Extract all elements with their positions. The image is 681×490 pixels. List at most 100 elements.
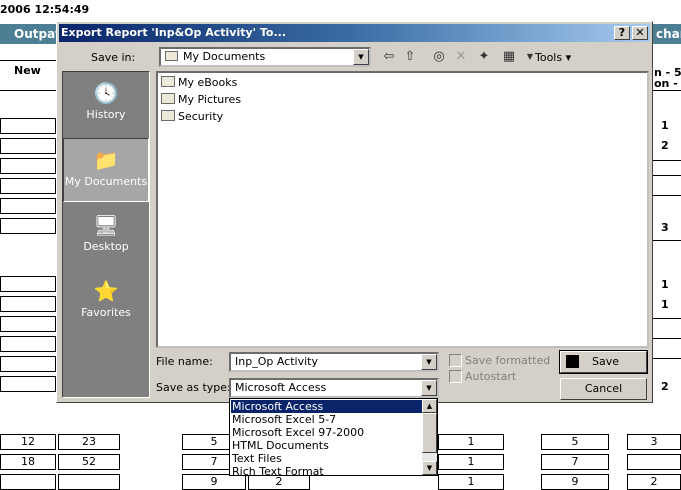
new-folder-icon[interactable]: ✦ (474, 47, 494, 67)
place-history[interactable]: 🕓 History (63, 72, 149, 136)
report-cell (0, 356, 56, 372)
dialog-titlebar[interactable]: Export Report 'Inp&Op Activity' To... ? … (59, 24, 650, 42)
report-value: 3 (661, 221, 669, 234)
report-rule (0, 90, 56, 91)
file-name-dropdown-arrow[interactable]: ▼ (421, 354, 437, 370)
type-option[interactable]: Microsoft Access (231, 400, 425, 413)
delete-icon[interactable]: ✕ (451, 47, 471, 67)
report-cell (0, 158, 56, 174)
report-rule (653, 175, 681, 176)
report-cell (0, 376, 56, 392)
report-cell (0, 276, 56, 292)
report-value: 2 (661, 139, 669, 152)
report-cell: 1 (438, 474, 504, 490)
place-label: Favorites (81, 306, 131, 319)
type-option[interactable]: Microsoft Excel 97-2000 (231, 426, 425, 439)
desktop-icon: 🖥 (93, 213, 119, 237)
back-arrow-icon[interactable]: ⇦ (379, 47, 399, 67)
save-formatted-checkbox[interactable] (449, 354, 462, 367)
file-name: My Pictures (178, 93, 242, 106)
report-cell: 9 (182, 474, 246, 490)
report-value: 1 (661, 278, 669, 291)
report-value: 1 (661, 119, 669, 132)
report-cell (0, 138, 56, 154)
report-col-new: New (14, 64, 41, 77)
search-web-icon[interactable]: ◎ (429, 47, 449, 67)
report-cell: 12 (0, 434, 56, 450)
report-cell (0, 474, 56, 490)
report-cell: 7 (541, 454, 609, 470)
autostart-label: Autostart (465, 370, 517, 383)
views-icon[interactable]: ▦ (499, 47, 519, 67)
scroll-thumb[interactable] (422, 413, 437, 453)
report-cell (0, 178, 56, 194)
save-in-dropdown-arrow[interactable]: ▼ (353, 49, 369, 65)
autostart-checkbox[interactable] (449, 370, 462, 383)
save-as-type-label: Save as type: (156, 381, 231, 394)
scroll-up-arrow-icon[interactable]: ▲ (422, 399, 437, 413)
scroll-down-arrow-icon[interactable]: ▼ (422, 461, 437, 475)
type-list-scrollbar[interactable]: ▲ ▼ (422, 399, 437, 475)
file-name-input[interactable]: Inp_Op Activity ▼ (229, 352, 439, 372)
save-in-combo[interactable]: My Documents ▼ (159, 47, 371, 67)
report-cell: 3 (627, 434, 681, 450)
report-cell (0, 218, 56, 234)
report-cell: 1 (438, 454, 504, 470)
help-button[interactable]: ? (614, 26, 630, 40)
file-name: Security (178, 110, 224, 123)
disk-icon (566, 355, 579, 368)
folder-icon (165, 51, 178, 61)
report-rule (653, 195, 681, 196)
report-cell: 9 (541, 474, 609, 490)
place-my-documents[interactable]: 📁 My Documents (63, 138, 149, 202)
list-item[interactable]: Security (161, 109, 223, 125)
place-label: My Documents (64, 175, 148, 188)
report-rule (653, 338, 681, 339)
type-option[interactable]: Microsoft Excel 5-7 (231, 413, 425, 426)
report-cell: 18 (0, 454, 56, 470)
file-name: My eBooks (178, 76, 238, 89)
tools-menu[interactable]: Tools ▾ (535, 51, 571, 64)
up-folder-icon[interactable]: ⇧ (400, 47, 420, 67)
save-as-type-combo[interactable]: Microsoft Access ▼ (229, 378, 439, 398)
save-as-type-list[interactable]: Microsoft Access Microsoft Excel 5-7 Mic… (229, 398, 438, 476)
save-button[interactable]: Save (559, 350, 648, 374)
folder-icon (161, 76, 175, 87)
list-item[interactable]: My Pictures (161, 92, 241, 108)
favorites-icon: ⭐ (93, 279, 119, 303)
report-cell (0, 198, 56, 214)
history-icon: 🕓 (93, 81, 119, 105)
report-cell: 5 (541, 434, 609, 450)
report-value: 1 (661, 298, 669, 311)
report-rule (653, 160, 681, 161)
report-cell: 2 (248, 474, 310, 490)
list-item[interactable]: My eBooks (161, 75, 237, 91)
place-favorites[interactable]: ⭐ Favorites (63, 270, 149, 334)
type-option[interactable]: HTML Documents (231, 439, 425, 452)
file-name-value: Inp_Op Activity (235, 355, 318, 368)
pictures-folder-icon (161, 93, 175, 104)
report-cell: 52 (58, 454, 120, 470)
report-cell: 1 (438, 434, 504, 450)
file-name-label: File name: (156, 355, 213, 368)
dialog-title: Export Report 'Inp&Op Activity' To... (61, 26, 287, 39)
report-cell (627, 454, 681, 470)
type-option[interactable]: Rich Text Format (231, 465, 425, 475)
save-formatted-label: Save formatted (465, 354, 551, 367)
save-as-type-dropdown-arrow[interactable]: ▼ (421, 380, 437, 396)
report-cell: 2 (627, 474, 681, 490)
report-rule (653, 240, 681, 241)
report-timestamp: 2006 12:54:49 (0, 3, 90, 16)
report-cell (0, 316, 56, 332)
place-desktop[interactable]: 🖥 Desktop (63, 204, 149, 268)
cancel-button[interactable]: Cancel (560, 378, 647, 400)
file-list[interactable]: My eBooks My Pictures Security (156, 71, 649, 348)
report-col-right-2: on - F (654, 77, 681, 90)
save-button-label: Save (592, 355, 620, 368)
close-button[interactable]: ✕ (632, 26, 648, 40)
type-option[interactable]: Text Files (231, 452, 425, 465)
report-cell (0, 118, 56, 134)
report-cell: 23 (58, 434, 120, 450)
save-in-value: My Documents (165, 50, 265, 64)
place-label: History (86, 108, 126, 121)
